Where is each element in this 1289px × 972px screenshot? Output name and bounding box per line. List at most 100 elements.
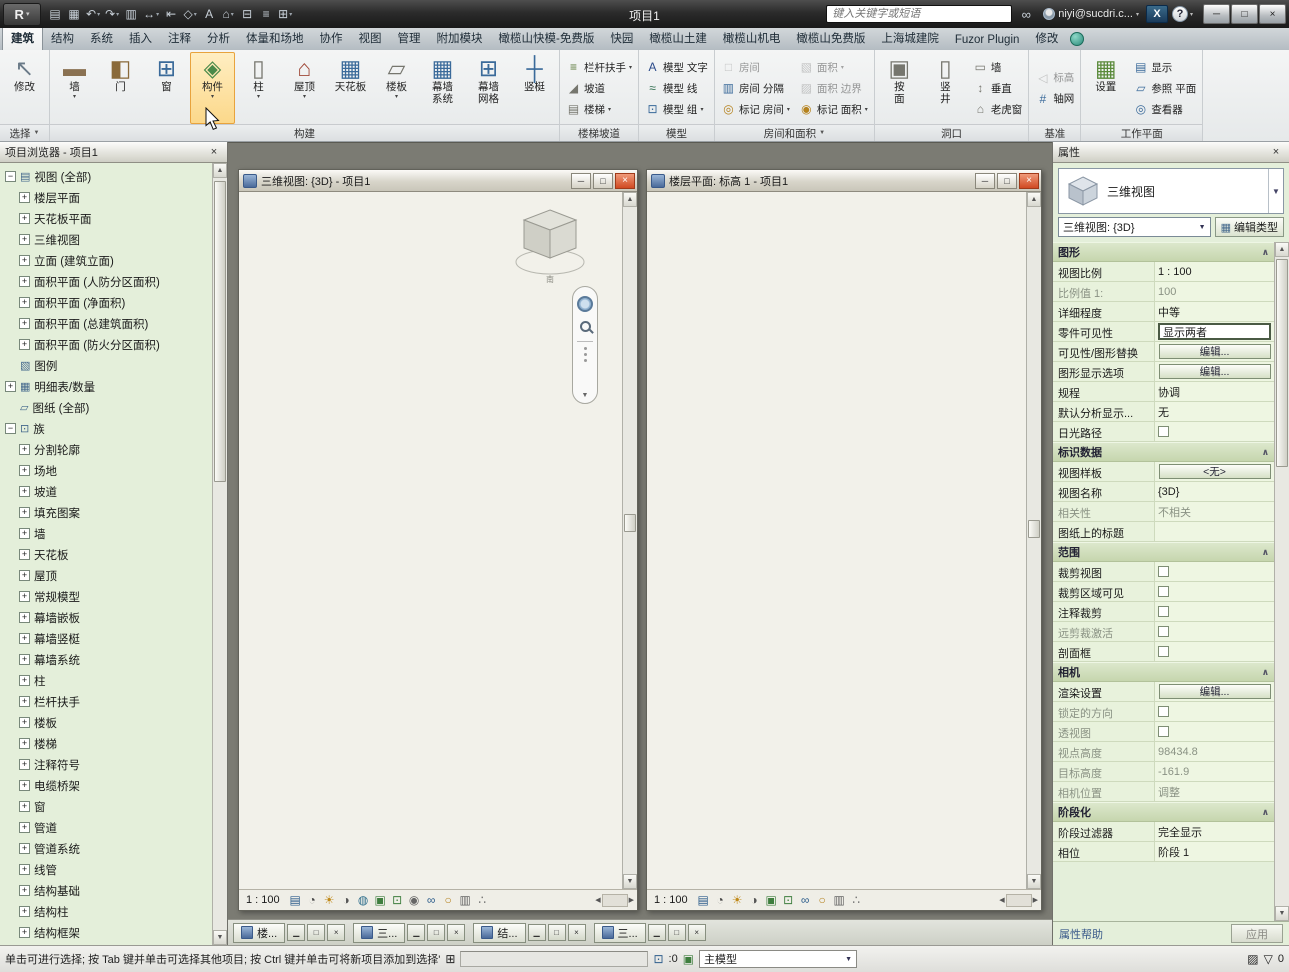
horizontal-scrollbar[interactable]: ◀▶ (595, 894, 634, 907)
ribbon-button[interactable]: ⌂老虎窗 (969, 99, 1027, 120)
navbar-chevron-icon[interactable]: ▼ (582, 392, 589, 399)
edit-type-button[interactable]: ▦ 编辑类型 (1215, 217, 1284, 237)
section-header[interactable]: 范围∧ (1053, 542, 1274, 562)
checkbox[interactable] (1158, 426, 1169, 437)
ribbon-button[interactable]: ⌂屋顶▾ (282, 52, 327, 124)
tree-item[interactable]: +结构框架 (0, 922, 212, 943)
text-icon[interactable]: A (200, 4, 218, 24)
value-text[interactable]: 100 (1158, 286, 1176, 298)
expand-icon[interactable]: + (19, 465, 30, 476)
ribbon-button[interactable]: ▱参照 平面 (1129, 78, 1200, 99)
tree-item[interactable]: +栏杆扶手 (0, 691, 212, 712)
value-text[interactable]: 中等 (1158, 304, 1180, 320)
exclude-options-icon[interactable]: ▨ (1247, 952, 1258, 966)
tree-item[interactable]: +面积平面 (净面积) (0, 292, 212, 313)
ribbon-button[interactable]: ⊞幕墙 网格 (466, 52, 511, 124)
panel-label[interactable]: 工作平面 (1081, 124, 1202, 141)
expand-icon[interactable]: + (19, 255, 30, 266)
lock-3d-view-icon[interactable]: ◉ (406, 893, 423, 907)
sun-path-icon[interactable]: ☀ (729, 893, 746, 907)
panel-label[interactable]: 模型 (639, 124, 714, 141)
ribbon-button[interactable]: ▨面积 边界 (795, 78, 872, 99)
temporary-view-properties-icon[interactable]: ▥ (457, 893, 474, 907)
tab-restore-button[interactable]: □ (548, 924, 566, 941)
properties-scrollbar[interactable]: ▲ ▼ (1274, 242, 1289, 921)
tab-close-button[interactable]: × (447, 924, 465, 941)
show-crop-region-icon[interactable]: ⊡ (389, 893, 406, 907)
edit-button[interactable]: 编辑... (1159, 684, 1271, 699)
expand-icon[interactable]: + (19, 696, 30, 707)
save-icon[interactable]: ▦ (65, 4, 83, 24)
tree-item[interactable]: +▦明细表/数量 (0, 376, 212, 397)
tree-item[interactable]: +面积平面 (总建筑面积) (0, 313, 212, 334)
reveal-hidden-elements-icon[interactable]: ○ (440, 893, 457, 907)
detail-level-icon[interactable]: ▤ (287, 893, 304, 907)
value-text[interactable]: 不相关 (1158, 504, 1191, 520)
shadows-icon[interactable]: ◑ (746, 893, 763, 907)
scroll-up-icon[interactable]: ▲ (1027, 192, 1041, 207)
expand-icon[interactable]: + (19, 801, 30, 812)
tree-item[interactable]: −⊡族 (0, 418, 212, 439)
scroll-up-icon[interactable]: ▲ (623, 192, 637, 207)
visual-style-icon[interactable]: ◔ (304, 893, 321, 907)
ribbon-tab-18[interactable]: 修改 (1027, 27, 1066, 50)
expand-icon[interactable]: + (19, 717, 30, 728)
expand-icon[interactable]: + (19, 906, 30, 917)
tab-minimize-button[interactable]: ▁ (648, 924, 666, 941)
tree-item[interactable]: +柱 (0, 670, 212, 691)
ribbon-button[interactable]: ⊞窗 (144, 52, 189, 124)
checkbox[interactable] (1158, 626, 1169, 637)
crop-view-icon[interactable]: ▣ (763, 893, 780, 907)
ribbon-button[interactable]: ▣按 面 (877, 52, 922, 124)
window-tab-0[interactable]: 楼... (233, 923, 285, 943)
value-text[interactable]: 98434.8 (1158, 746, 1198, 758)
expand-icon[interactable]: + (19, 591, 30, 602)
expand-icon[interactable]: + (19, 780, 30, 791)
view-canvas-plan[interactable] (647, 192, 1026, 889)
ribbon-tab-9[interactable]: 管理 (390, 27, 429, 50)
expand-icon[interactable]: + (19, 570, 30, 581)
binoculars-icon[interactable]: ∞ (1016, 4, 1036, 24)
expand-icon[interactable]: + (19, 486, 30, 497)
expand-icon[interactable]: + (19, 276, 30, 287)
properties-help-link[interactable]: 属性帮助 (1059, 926, 1103, 942)
expand-icon[interactable]: + (19, 843, 30, 854)
tree-item[interactable]: +天花板平面 (0, 208, 212, 229)
section-header[interactable]: 标识数据∧ (1053, 442, 1274, 462)
ribbon-button[interactable]: ⊡模型 组▾ (641, 99, 712, 120)
section-icon[interactable]: ⊟ (238, 4, 256, 24)
value-select[interactable]: 显示两者 (1158, 323, 1271, 340)
scroll-thumb[interactable] (214, 181, 226, 482)
view-window-plan[interactable]: 楼层平面: 标高 1 - 项目1 ─ □ × ▲ ▼ (646, 169, 1042, 911)
view-close-button[interactable]: × (615, 173, 635, 189)
ribbon-button[interactable]: ▭墙 (969, 57, 1027, 78)
expand-icon[interactable]: + (19, 528, 30, 539)
crop-view-icon[interactable]: ▣ (372, 893, 389, 907)
viewcube[interactable]: 南 (504, 200, 596, 292)
tree-item[interactable]: +楼板 (0, 712, 212, 733)
redo-icon[interactable]: ↷▾ (103, 4, 121, 24)
switch-windows-icon[interactable]: ⊞▾ (276, 4, 294, 24)
scroll-track[interactable] (213, 178, 227, 930)
view-titlebar[interactable]: 楼层平面: 标高 1 - 项目1 ─ □ × (647, 170, 1041, 192)
view-minimize-button[interactable]: ─ (975, 173, 995, 189)
checkbox[interactable] (1158, 706, 1169, 717)
tree-item[interactable]: +分割轮廓 (0, 439, 212, 460)
ribbon-button[interactable]: ▦设置 (1083, 52, 1128, 124)
checkbox[interactable] (1158, 566, 1169, 577)
ribbon-tab-6[interactable]: 体量和场地 (238, 27, 312, 50)
close-icon[interactable]: × (206, 146, 222, 158)
view-minimize-button[interactable]: ─ (571, 173, 591, 189)
value-text[interactable]: 协调 (1158, 384, 1180, 400)
ribbon-button[interactable]: ▦天花板 (328, 52, 373, 124)
ribbon-button[interactable]: #轴网 (1031, 88, 1078, 109)
reveal-hidden-elements-icon[interactable]: ○ (814, 893, 831, 907)
ribbon-tab-16[interactable]: 上海城建院 (873, 27, 947, 50)
zoom-icon[interactable] (580, 321, 591, 332)
scroll-right-icon[interactable]: ▶ (629, 896, 634, 904)
scroll-down-icon[interactable]: ▼ (1275, 906, 1289, 921)
window-tab-1[interactable]: 三... (353, 923, 405, 943)
view-canvas-3d[interactable]: 南 ▼ (239, 192, 622, 889)
tree-item[interactable]: +天花板 (0, 544, 212, 565)
tree-item[interactable]: +线管 (0, 859, 212, 880)
